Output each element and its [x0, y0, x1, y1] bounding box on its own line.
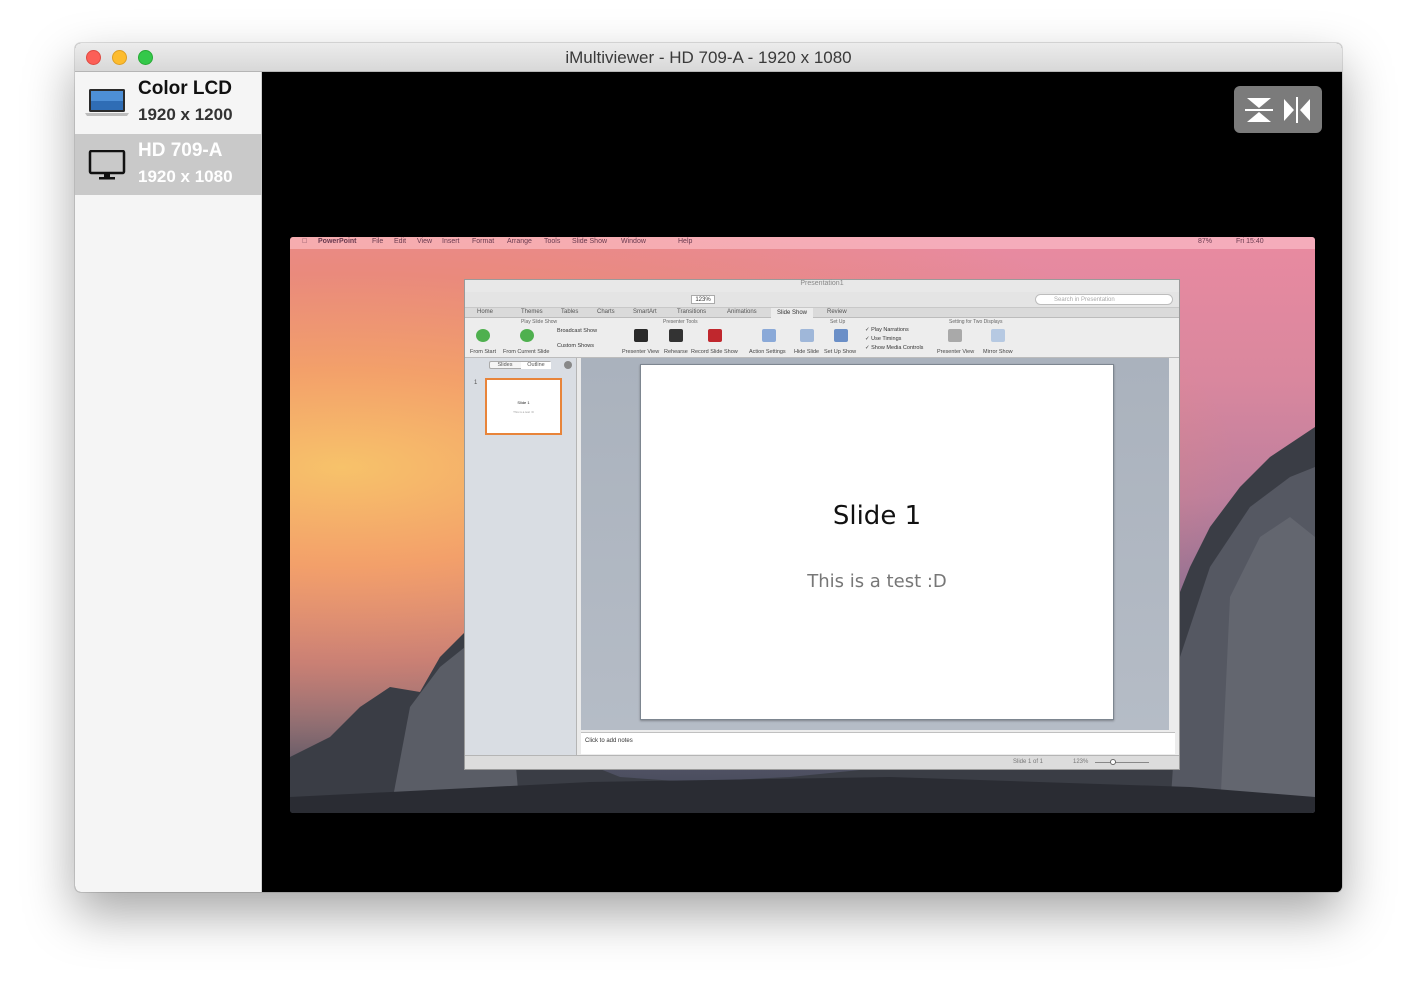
ribbon-slide-show: Play Slide Show Presenter Tools Set Up S…	[465, 318, 1179, 358]
tab-charts[interactable]: Charts	[597, 309, 615, 315]
app-window: iMultiviewer - HD 709-A - 1920 x 1080 Co…	[75, 43, 1342, 892]
battery-percent: 87%	[1198, 238, 1213, 245]
action-settings-button[interactable]: Action Settings	[749, 349, 786, 355]
thumb-subtitle: This is a test :D	[513, 410, 534, 414]
display-name: Color LCD	[138, 78, 232, 99]
zoom-slider-knob[interactable]	[1110, 759, 1116, 765]
display-item-color-lcd[interactable]: Color LCD 1920 x 1200	[75, 72, 262, 133]
menu-tools[interactable]: Tools	[544, 238, 560, 245]
menu-app[interactable]: PowerPoint	[318, 238, 357, 245]
menu-clock[interactable]: Fri 15:40	[1236, 238, 1264, 245]
display-sidebar: Color LCD 1920 x 1200 HD 709-A 1920 x 10…	[75, 72, 262, 892]
group-play-label: Play Slide Show	[521, 319, 558, 325]
menu-view[interactable]: View	[417, 238, 432, 245]
ribbon-tabs: Home Themes Tables Charts SmartArt Trans…	[465, 308, 1179, 318]
menu-edit[interactable]: Edit	[394, 238, 406, 245]
play-from-start-icon	[476, 329, 490, 342]
pane-close-icon[interactable]	[564, 361, 572, 369]
monitor-icon	[88, 150, 126, 180]
zoom-combo[interactable]: 123%	[691, 295, 715, 304]
tab-tables[interactable]: Tables	[561, 309, 578, 315]
display-resolution: 1920 x 1200	[138, 105, 233, 124]
powerpoint-window: Presentation1 123% Search in Presentatio…	[464, 279, 1180, 770]
title-bar: iMultiviewer - HD 709-A - 1920 x 1080	[75, 43, 1342, 72]
ppt-search-input[interactable]: Search in Presentation	[1035, 294, 1173, 305]
remote-menubar:  PowerPoint File Edit View Insert Forma…	[290, 237, 1315, 249]
slide-editor: Slide 1 This is a test :D	[581, 358, 1175, 730]
tab-transitions[interactable]: Transitions	[677, 309, 706, 315]
display-resolution: 1920 x 1080	[138, 167, 233, 186]
play-current-icon	[520, 329, 534, 342]
menu-help[interactable]: Help	[678, 238, 692, 245]
set-up-show-icon	[834, 329, 848, 342]
menu-insert[interactable]: Insert	[442, 238, 460, 245]
zoom-slider[interactable]	[1095, 762, 1149, 763]
editor-scrollbar[interactable]	[1169, 358, 1175, 730]
fit-to-screen-icon[interactable]	[1243, 95, 1275, 125]
group-setup-label: Set Up	[830, 319, 846, 325]
from-current-button[interactable]: From Current Slide	[503, 349, 549, 355]
ppt-doc-title: Presentation1	[800, 280, 844, 287]
tab-animations[interactable]: Animations	[727, 309, 757, 315]
apple-icon[interactable]: 	[302, 238, 307, 245]
tab-smartart[interactable]: SmartArt	[633, 309, 657, 315]
ppt-status-bar: Slide 1 of 1 123%	[465, 755, 1179, 769]
presenter-view-2-button[interactable]: Presenter View	[937, 349, 974, 355]
notes-field[interactable]: Click to add notes	[581, 732, 1175, 754]
slides-pane: Slides Outline 1 Slide 1 This is a test …	[465, 358, 577, 755]
status-zoom: 123%	[1073, 759, 1089, 765]
rehearse-button[interactable]: Rehearse	[664, 349, 688, 355]
tab-themes[interactable]: Themes	[521, 309, 543, 315]
tab-outline[interactable]: Outline	[521, 362, 551, 369]
slide-canvas[interactable]: Slide 1 This is a test :D	[640, 364, 1114, 720]
record-icon	[708, 329, 722, 342]
thumb-number: 1	[474, 380, 478, 386]
ppt-standard-toolbar: 123% Search in Presentation	[465, 292, 1179, 308]
pane-tabs: Slides Outline	[489, 361, 551, 369]
tab-slides[interactable]: Slides	[490, 362, 520, 369]
presenter-view-button[interactable]: Presenter View	[622, 349, 659, 355]
slide-thumbnail[interactable]: Slide 1 This is a test :D	[485, 378, 562, 435]
slide-count: Slide 1 of 1	[1013, 759, 1044, 765]
record-slide-show-button[interactable]: Record Slide Show	[691, 349, 738, 355]
remote-screen[interactable]:  PowerPoint File Edit View Insert Forma…	[290, 237, 1315, 813]
menu-format[interactable]: Format	[472, 238, 494, 245]
window-title: iMultiviewer - HD 709-A - 1920 x 1080	[565, 48, 852, 67]
play-narrations-checkbox[interactable]: ✓ Play Narrations	[865, 327, 909, 333]
action-settings-icon	[762, 329, 776, 342]
from-start-button[interactable]: From Start	[470, 349, 496, 355]
mirror-icon[interactable]	[1281, 95, 1313, 125]
menu-slide-show[interactable]: Slide Show	[572, 238, 607, 245]
group-presenter-label: Presenter Tools	[663, 319, 698, 325]
hide-slide-icon	[800, 329, 814, 342]
thumb-title: Slide 1	[517, 400, 530, 405]
show-media-controls-checkbox[interactable]: ✓ Show Media Controls	[865, 345, 923, 351]
menu-window[interactable]: Window	[621, 238, 646, 245]
menu-file[interactable]: File	[372, 238, 383, 245]
tab-review[interactable]: Review	[827, 309, 847, 315]
presenter-view-2-icon	[948, 329, 962, 342]
display-canvas:  PowerPoint File Edit View Insert Forma…	[262, 72, 1342, 892]
tab-home[interactable]: Home	[477, 309, 493, 315]
broadcast-button[interactable]: Broadcast Show	[557, 328, 597, 334]
laptop-icon	[85, 89, 129, 116]
set-up-show-button[interactable]: Set Up Show	[824, 349, 856, 355]
display-name: HD 709-A	[138, 140, 223, 161]
rehearse-icon	[669, 329, 683, 342]
presenter-view-icon	[634, 329, 648, 342]
group-two-displays-label: Setting for Two Displays	[949, 319, 1003, 325]
mirror-show-icon	[991, 329, 1005, 342]
slide-title[interactable]: Slide 1	[641, 501, 1113, 531]
tab-slide-show[interactable]: Slide Show	[771, 308, 814, 318]
display-item-hd-709-a[interactable]: HD 709-A 1920 x 1080	[75, 134, 262, 195]
menu-arrange[interactable]: Arrange	[507, 238, 532, 245]
slide-subtitle[interactable]: This is a test :D	[641, 571, 1113, 592]
view-controls	[1234, 86, 1322, 133]
ppt-title-bar: Presentation1	[465, 280, 1179, 292]
hide-slide-button[interactable]: Hide Slide	[794, 349, 819, 355]
mirror-show-button[interactable]: Mirror Show	[983, 349, 1013, 355]
use-timings-checkbox[interactable]: ✓ Use Timings	[865, 336, 901, 342]
custom-shows-button[interactable]: Custom Shows	[557, 343, 594, 349]
